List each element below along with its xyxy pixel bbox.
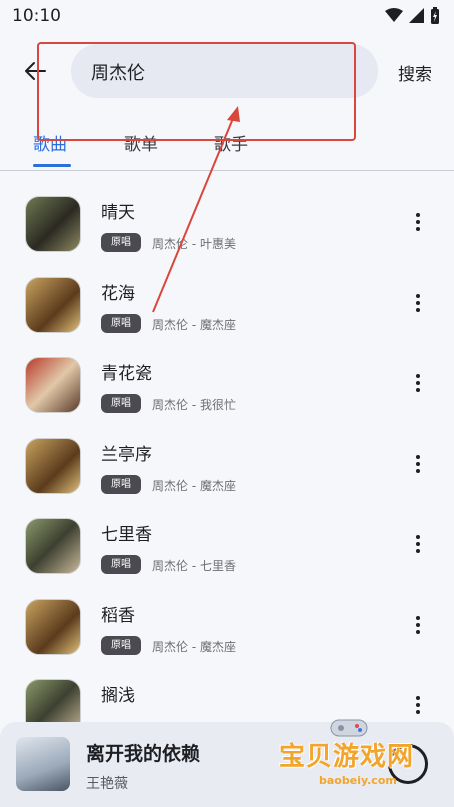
song-row[interactable]: 兰亭序 原唱 周杰伦 - 魔杰座 — [0, 424, 454, 505]
status-time: 10:10 — [12, 6, 61, 26]
signal-icon — [409, 8, 424, 23]
wifi-icon — [385, 8, 403, 22]
divider — [0, 170, 454, 171]
more-options-button[interactable] — [412, 535, 424, 557]
album-cover — [25, 276, 81, 333]
song-title: 稻香 — [101, 605, 135, 626]
song-list: 晴天 原唱 周杰伦 - 叶惠美 花海 原唱 周杰伦 - 魔杰座 青花瓷 原唱 周… — [0, 182, 454, 746]
more-options-button[interactable] — [412, 454, 424, 477]
original-badge: 原唱 — [101, 635, 141, 655]
tab-indicator — [33, 164, 71, 167]
album-cover — [25, 357, 81, 413]
original-badge: 原唱 — [101, 394, 141, 413]
song-title: 花海 — [101, 283, 135, 304]
watermark-url: baobeiy.com — [319, 774, 397, 787]
original-badge: 原唱 — [101, 555, 141, 574]
player-song-title: 离开我的依赖 — [86, 743, 201, 765]
search-button[interactable]: 搜索 — [398, 60, 432, 85]
song-subtitle: 周杰伦 - 魔杰座 — [152, 639, 236, 654]
song-title: 晴天 — [101, 203, 135, 223]
song-subtitle: 周杰伦 - 魔杰座 — [152, 317, 236, 332]
song-subtitle: 周杰伦 - 我很忙 — [152, 398, 236, 412]
player-album-cover — [16, 737, 70, 791]
battery-icon — [431, 7, 439, 24]
more-options-button[interactable] — [412, 374, 424, 396]
original-badge: 原唱 — [101, 313, 141, 333]
status-icons — [385, 7, 440, 24]
album-cover — [25, 437, 81, 494]
song-row[interactable]: 稻香 原唱 周杰伦 - 魔杰座 — [0, 585, 454, 666]
song-subtitle: 周杰伦 - 七里香 — [152, 559, 236, 573]
annotation-box — [37, 42, 356, 141]
more-options-button[interactable] — [412, 615, 424, 638]
song-title: 青花瓷 — [101, 364, 152, 384]
song-title: 兰亭序 — [101, 444, 152, 465]
more-options-button[interactable] — [412, 293, 424, 316]
song-subtitle: 周杰伦 - 魔杰座 — [152, 478, 236, 493]
original-badge: 原唱 — [101, 474, 141, 494]
song-row[interactable]: 七里香 原唱 周杰伦 - 七里香 — [0, 504, 454, 585]
song-subtitle: 周杰伦 - 叶惠美 — [152, 237, 236, 251]
more-options-button[interactable] — [412, 213, 424, 235]
watermark-text: 宝贝游戏网 — [279, 742, 415, 772]
album-cover — [25, 196, 81, 252]
album-cover — [25, 598, 81, 655]
player-artist: 王艳薇 — [86, 776, 128, 792]
song-row[interactable]: 晴天 原唱 周杰伦 - 叶惠美 — [0, 182, 454, 263]
album-cover — [25, 518, 81, 574]
song-title: 搁浅 — [101, 686, 135, 706]
status-bar: 10:10 — [0, 0, 454, 32]
original-badge: 原唱 — [101, 233, 141, 252]
song-row[interactable]: 花海 原唱 周杰伦 - 魔杰座 — [0, 263, 454, 344]
watermark: 宝贝游戏网 baobeiy.com — [279, 712, 429, 792]
song-row[interactable]: 青花瓷 原唱 周杰伦 - 我很忙 — [0, 343, 454, 424]
song-title: 七里香 — [101, 525, 152, 545]
